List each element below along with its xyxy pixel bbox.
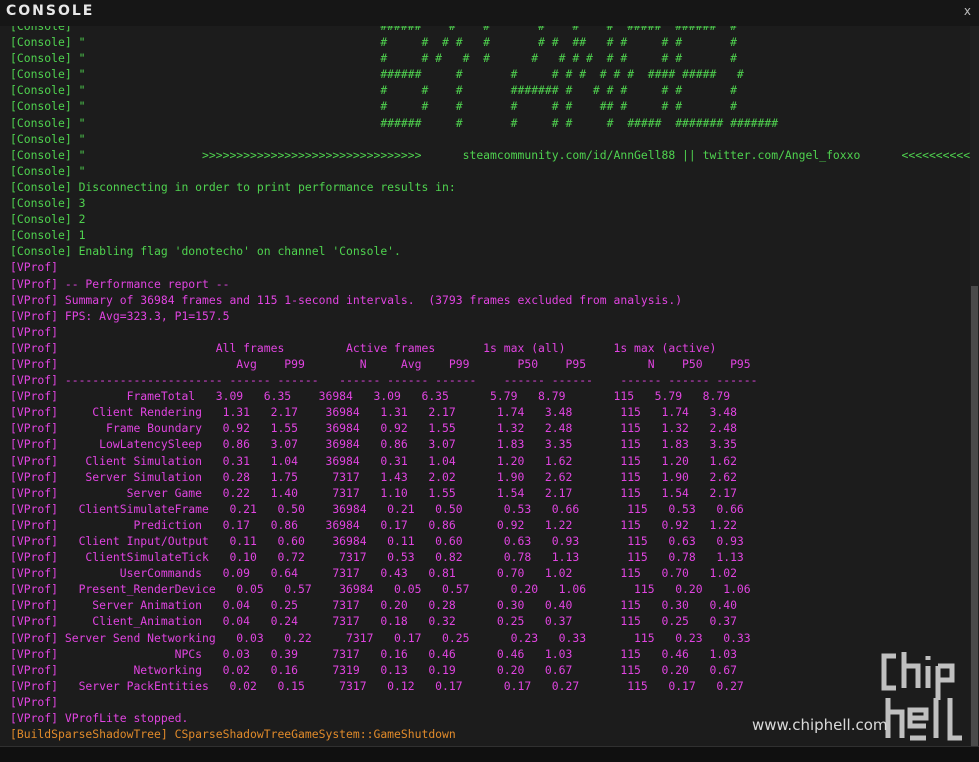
console-line: [Console] " bbox=[10, 163, 86, 178]
console-line: [Console] 3 bbox=[10, 196, 86, 211]
console-line: [VProf] Networking 0.02 0.16 7319 0.13 0… bbox=[10, 662, 737, 677]
console-line: [VProf] Server Send Networking 0.03 0.22… bbox=[10, 630, 751, 645]
console-line: [Console] " # # # # # # # # # # # # # # bbox=[10, 51, 737, 66]
console-line: [VProf] Server Animation 0.04 0.25 7317 … bbox=[10, 598, 737, 613]
console-line: [Console] Disconnecting in order to prin… bbox=[10, 179, 456, 194]
console-line: [VProf] Server PackEntities 0.02 0.15 73… bbox=[10, 678, 744, 693]
scrollbar[interactable] bbox=[970, 26, 979, 746]
console-line: [VProf] -- Performance report -- bbox=[10, 276, 230, 291]
console-line: [VProf] Summary of 36984 frames and 115 … bbox=[10, 292, 683, 307]
console-line: [VProf] Frame Boundary 0.92 1.55 36984 0… bbox=[10, 421, 737, 436]
close-icon[interactable]: x bbox=[964, 4, 971, 18]
title-bar[interactable]: CONSOLE x bbox=[0, 0, 979, 26]
console-line: [VProf] Client Simulation 0.31 1.04 3698… bbox=[10, 453, 737, 468]
console-line: [VProf] Avg P99 N Avg P99 P50 P95 N P50 … bbox=[10, 356, 751, 371]
watermark-site: www.chiphell.com bbox=[752, 716, 888, 734]
console-line: [Console] " # # # ####### # # # # # # # bbox=[10, 83, 737, 98]
console-input[interactable] bbox=[0, 746, 979, 762]
console-line: [Console] " bbox=[10, 131, 86, 146]
console-line: [VProf] ----------------------- ------ -… bbox=[10, 373, 758, 388]
console-lines: [Console] " ###### # # # # # ##### #####… bbox=[10, 26, 970, 742]
console-line: [Console] " # # # # # # ## # # # # bbox=[10, 99, 737, 114]
console-line: [VProf] bbox=[10, 694, 59, 709]
console-line: [VProf] FrameTotal 3.09 6.35 36984 3.09 … bbox=[10, 389, 731, 404]
console-line: [Console] " >>>>>>>>>>>>>>>>>>>>>>>>>>>>… bbox=[10, 147, 970, 162]
scrollbar-thumb[interactable] bbox=[971, 286, 978, 746]
console-line: [VProf] LowLatencySleep 0.86 3.07 36984 … bbox=[10, 437, 737, 452]
console-line: [VProf] All frames Active frames 1s max … bbox=[10, 340, 717, 355]
console-line: [VProf] NPCs 0.03 0.39 7317 0.16 0.46 0.… bbox=[10, 646, 737, 661]
console-line: [VProf] bbox=[10, 260, 59, 275]
console-line: [Console] " ###### # # # # # # # # #### … bbox=[10, 67, 744, 82]
window-title: CONSOLE bbox=[6, 3, 95, 19]
console-output[interactable]: [Console] " ###### # # # # # ##### #####… bbox=[0, 26, 970, 746]
console-line: [VProf] Present_RenderDevice 0.05 0.57 3… bbox=[10, 582, 751, 597]
console-line: [Console] " ###### # # # # # ##### #####… bbox=[10, 26, 737, 33]
console-line: [Console] " ###### # # # # # ##### #####… bbox=[10, 115, 779, 130]
console-line: [Console] Enabling flag 'donotecho' on c… bbox=[10, 244, 401, 259]
console-line: [VProf] ClientSimulateTick 0.10 0.72 731… bbox=[10, 550, 744, 565]
console-line: [Console] 2 bbox=[10, 212, 86, 227]
chiphell-logo-icon bbox=[881, 652, 962, 741]
console-line: [VProf] Client_Animation 0.04 0.24 7317 … bbox=[10, 614, 737, 629]
console-line: [VProf] Server Simulation 0.28 1.75 7317… bbox=[10, 469, 737, 484]
console-line: [Console] " # # # # # # # ## # # # # # bbox=[10, 35, 737, 50]
console-line: [VProf] Client Rendering 1.31 2.17 36984… bbox=[10, 405, 737, 420]
console-line: [VProf] Server Game 0.22 1.40 7317 1.10 … bbox=[10, 485, 737, 500]
console-line: [Console] 1 bbox=[10, 228, 86, 243]
console-line: [VProf] UserCommands 0.09 0.64 7317 0.43… bbox=[10, 566, 737, 581]
console-line: [VProf] Client Input/Output 0.11 0.60 36… bbox=[10, 534, 744, 548]
console-line: [VProf] FPS: Avg=323.3, P1=157.5 bbox=[10, 308, 230, 323]
console-line: [VProf] ClientSimulateFrame 0.21 0.50 36… bbox=[10, 501, 744, 516]
console-line: [VProf] Prediction 0.17 0.86 36984 0.17 … bbox=[10, 517, 737, 532]
console-line: [VProf] bbox=[10, 324, 59, 339]
